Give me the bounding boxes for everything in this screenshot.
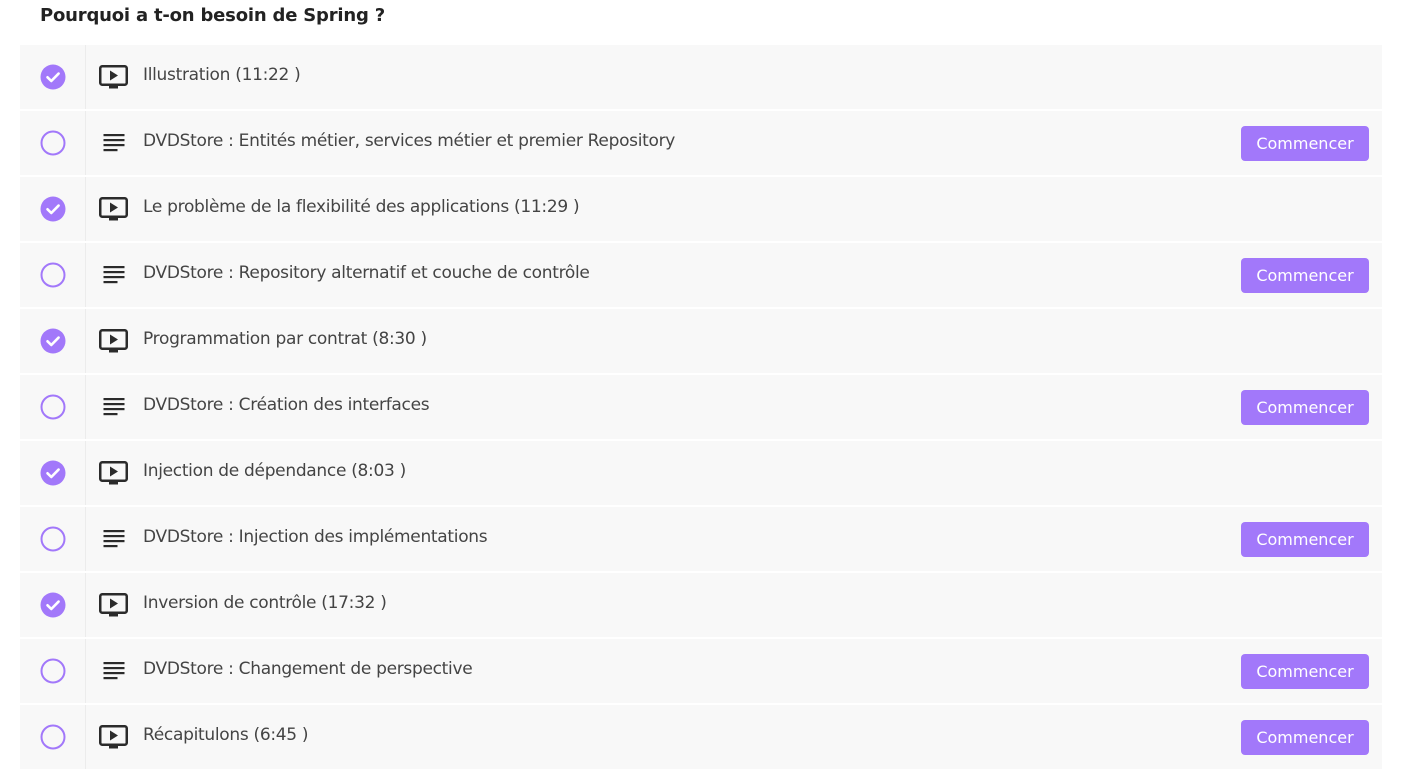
lecture-title[interactable]: Le problème de la flexibilité des applic… [143,197,1382,217]
video-play-icon [99,197,128,221]
lecture-type [86,65,141,89]
lecture-title[interactable]: DVDStore : Création des interfaces [143,395,1382,415]
video-play-icon [99,461,128,485]
video-play-icon [99,329,128,353]
lecture-row[interactable]: Inversion de contrôle (17:32 ) [20,573,1382,639]
video-play-icon [99,725,128,749]
completed-check-icon [40,592,65,618]
video-play-icon [99,593,128,617]
lecture-type [86,197,141,221]
lecture-row[interactable]: DVDStore : Entités métier, services méti… [20,111,1382,177]
completed-check-icon [40,196,65,222]
lecture-type [86,725,141,749]
lecture-title[interactable]: DVDStore : Entités métier, services méti… [143,131,1382,151]
start-button[interactable]: Commencer [1241,654,1369,689]
lecture-type [86,529,141,549]
lecture-status[interactable] [20,111,86,175]
start-button[interactable]: Commencer [1241,258,1369,293]
lecture-type [86,397,141,417]
lecture-row[interactable]: Récapitulons (6:45 ) Commencer [20,705,1382,771]
lecture-title[interactable]: DVDStore : Changement de perspective [143,659,1382,679]
lecture-status[interactable] [20,507,86,571]
lecture-status[interactable] [20,177,86,241]
text-lines-icon [103,134,124,152]
lecture-type [86,461,141,485]
start-button[interactable]: Commencer [1241,522,1369,557]
text-lines-icon [103,662,124,680]
incomplete-circle-icon [40,658,65,684]
lecture-title[interactable]: DVDStore : Injection des implémentations [143,527,1382,547]
video-play-icon [99,65,128,89]
lecture-type [86,133,141,153]
lecture-status[interactable] [20,309,86,373]
lecture-title[interactable]: Injection de dépendance (8:03 ) [143,461,1382,481]
lecture-status[interactable] [20,441,86,505]
lecture-status[interactable] [20,375,86,439]
lecture-status[interactable] [20,243,86,307]
lecture-status[interactable] [20,573,86,637]
start-button[interactable]: Commencer [1241,720,1369,755]
lecture-title[interactable]: Récapitulons (6:45 ) [143,725,1382,745]
lecture-title[interactable]: Inversion de contrôle (17:32 ) [143,593,1382,613]
lecture-status[interactable] [20,45,86,109]
incomplete-circle-icon [40,526,65,552]
lecture-row[interactable]: Illustration (11:22 ) [20,45,1382,111]
lecture-row[interactable]: Injection de dépendance (8:03 ) [20,441,1382,507]
lecture-title[interactable]: DVDStore : Repository alternatif et couc… [143,263,1382,283]
lecture-title[interactable]: Programmation par contrat (8:30 ) [143,329,1382,349]
lecture-type [86,329,141,353]
incomplete-circle-icon [40,262,65,288]
completed-check-icon [40,460,65,486]
text-lines-icon [103,398,124,416]
lecture-type [86,265,141,285]
lecture-list: Illustration (11:22 ) DVDStore : Entités … [20,45,1382,771]
lecture-row[interactable]: DVDStore : Repository alternatif et couc… [20,243,1382,309]
lecture-row[interactable]: DVDStore : Création des interfaces Commen… [20,375,1382,441]
incomplete-circle-icon [40,130,65,156]
lecture-row[interactable]: Le problème de la flexibilité des applic… [20,177,1382,243]
lecture-status[interactable] [20,639,86,703]
text-lines-icon [103,266,124,284]
lecture-type [86,661,141,681]
lecture-status[interactable] [20,705,86,769]
completed-check-icon [40,64,65,90]
completed-check-icon [40,328,65,354]
start-button[interactable]: Commencer [1241,126,1369,161]
incomplete-circle-icon [40,724,65,750]
incomplete-circle-icon [40,394,65,420]
lecture-type [86,593,141,617]
lecture-row[interactable]: Programmation par contrat (8:30 ) [20,309,1382,375]
text-lines-icon [103,530,124,548]
lecture-row[interactable]: DVDStore : Changement de perspective Comm… [20,639,1382,705]
lecture-row[interactable]: DVDStore : Injection des implémentations… [20,507,1382,573]
start-button[interactable]: Commencer [1241,390,1369,425]
lecture-title[interactable]: Illustration (11:22 ) [143,65,1382,85]
section-title: Pourquoi a t-on besoin de Spring ? [40,5,385,26]
